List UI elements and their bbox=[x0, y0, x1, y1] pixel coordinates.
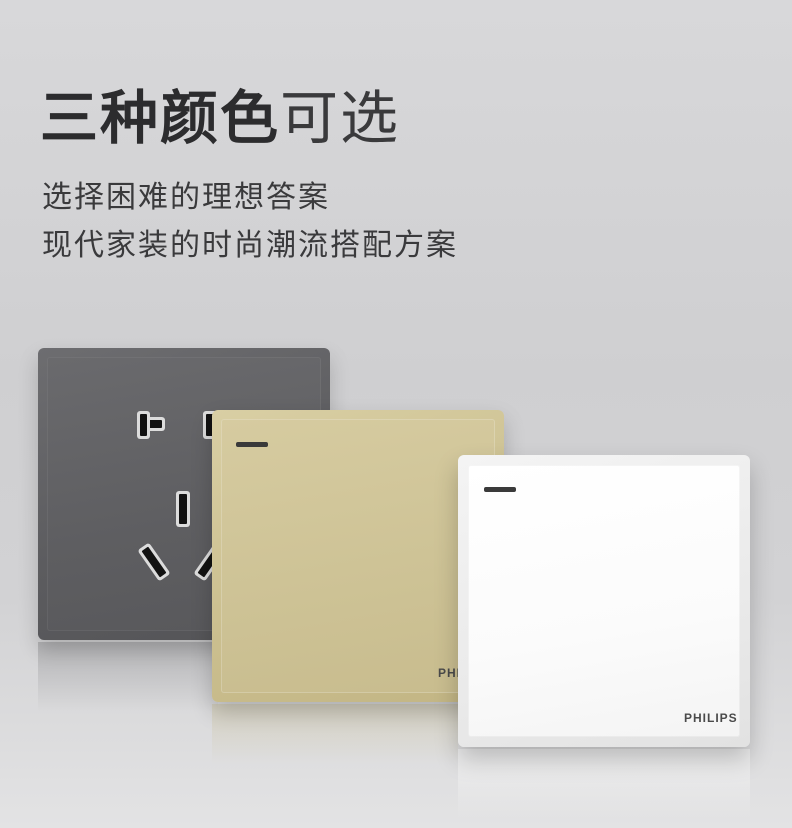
white-switch-face bbox=[468, 465, 740, 737]
white-switch-panel: PHILIPS bbox=[458, 455, 750, 747]
white-switch-reflection bbox=[458, 749, 750, 819]
headline-light: 可选 bbox=[280, 84, 401, 152]
subtitle-line-2: 现代家装的时尚潮流搭配方案 bbox=[42, 228, 458, 263]
headline-bold: 三种颜色 bbox=[40, 84, 281, 152]
product-banner: 三种颜色可选 选择困难的理想答案 现代家装的时尚潮流搭配方案 PHILIPS P… bbox=[0, 0, 792, 828]
subtitle-line-1: 选择困难的理想答案 bbox=[42, 180, 330, 215]
white-switch-indicator bbox=[484, 487, 516, 492]
headline: 三种颜色可选 bbox=[40, 78, 400, 158]
gold-switch-indicator bbox=[236, 442, 268, 447]
white-switch-brand: PHILIPS bbox=[684, 711, 738, 725]
socket-hole-earth bbox=[179, 494, 187, 524]
grey-socket-reflection bbox=[38, 642, 218, 712]
socket-hole-top-left-stem bbox=[140, 414, 147, 436]
gold-switch-face bbox=[221, 419, 495, 693]
gold-switch-reflection bbox=[212, 704, 458, 764]
